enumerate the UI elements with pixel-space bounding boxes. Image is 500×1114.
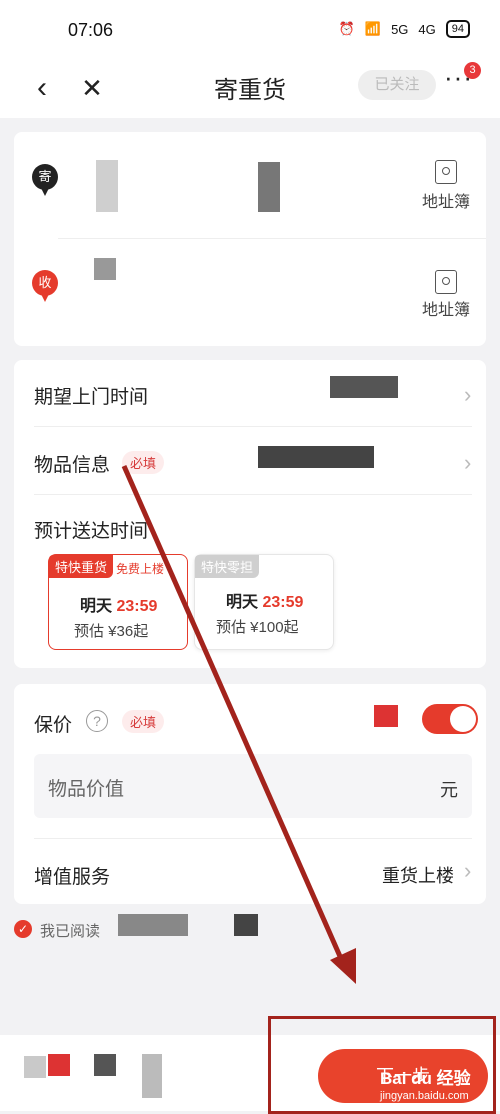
annotation-box [268,1016,496,1114]
price-redacted-3 [142,1054,162,1098]
price-redacted [24,1056,46,1078]
price-redacted-2 [94,1054,116,1076]
annotation-arrow [121,464,356,984]
price-redacted-red [48,1054,70,1076]
